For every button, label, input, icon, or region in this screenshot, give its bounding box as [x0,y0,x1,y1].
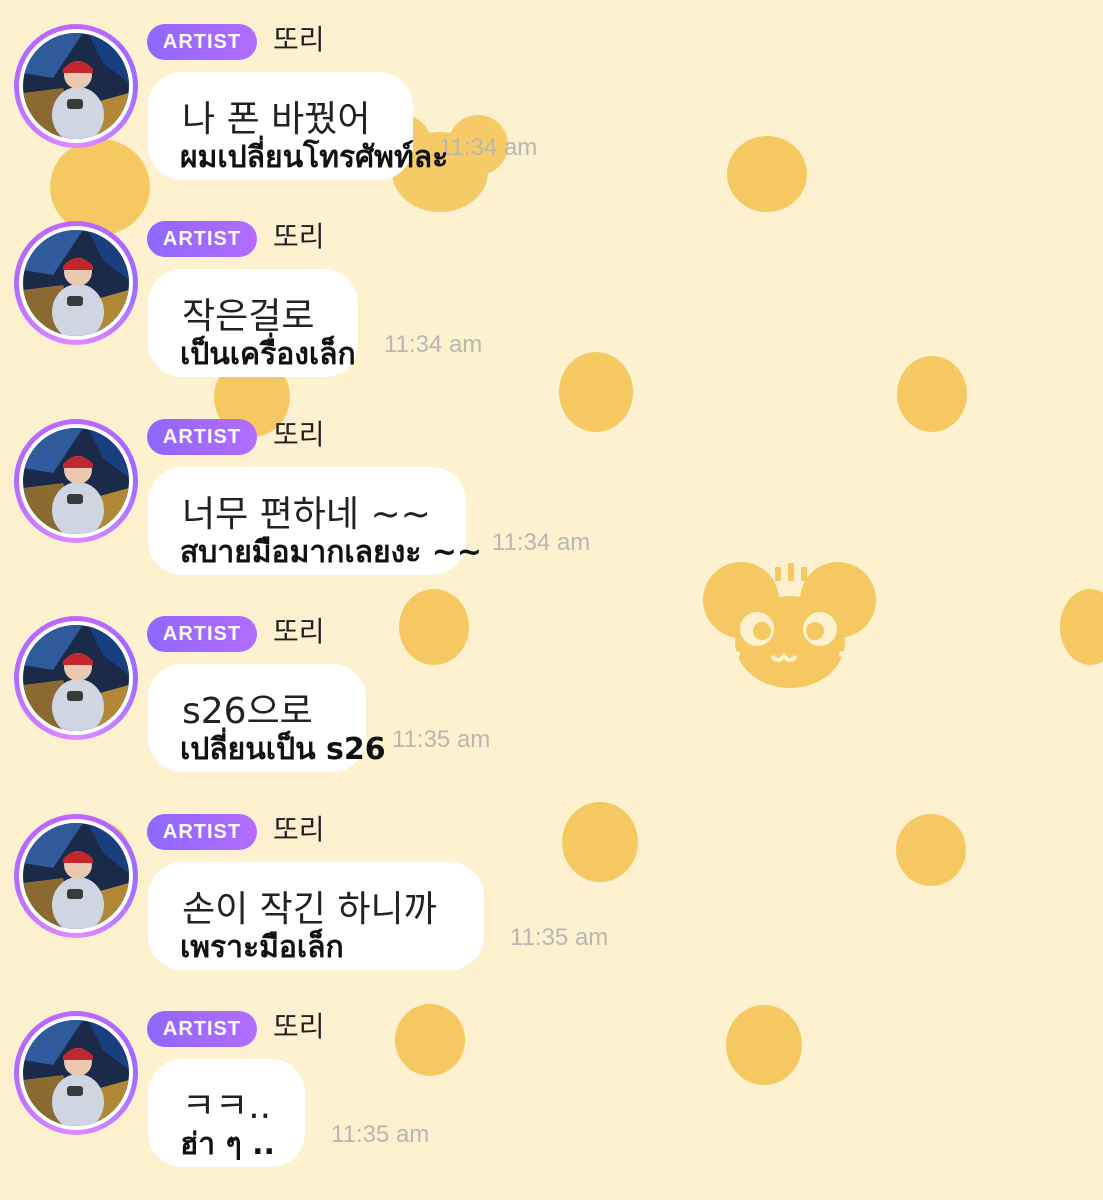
avatar[interactable] [14,419,138,543]
username[interactable]: 또리 [273,810,325,850]
message-translation-thai: เป็นเครื่องเล็ก [180,337,356,372]
message-text-korean: ㅋㅋ.. [182,1086,272,1127]
artist-badge: ARTIST [147,24,257,60]
chat-message: ARTIST 또리 너무 편하네 ~~ สบายมือมากเลยงะ ~~ 1… [0,395,1103,592]
message-text-korean: s26으로 [182,691,313,732]
chat-message: ARTIST 또리 ㅋㅋ.. ฮ่า ๆ .. 11:35 am [0,987,1103,1184]
username[interactable]: 또리 [273,217,325,257]
avatar[interactable] [14,814,138,938]
message-timestamp: 11:34 am [492,529,591,556]
message-translation-thai: เพราะมือเล็ก [180,930,344,965]
avatar[interactable] [14,616,138,740]
message-text-korean: 손이 작긴 하니까 [182,889,437,930]
username[interactable]: 또리 [273,20,325,60]
message-timestamp: 11:34 am [384,331,483,358]
message-text-korean: 작은걸로 [182,296,315,337]
avatar-photo [23,33,129,139]
message-translation-thai: ผมเปลี่ยนโทรศัพท์ละ [180,140,449,175]
chat-message: ARTIST 또리 작은걸로 เป็นเครื่องเล็ก 11:34 am [0,197,1103,394]
message-timestamp: 11:35 am [392,726,491,753]
message-translation-thai: เปลี่ยนเป็น s26 [180,732,386,767]
artist-badge: ARTIST [147,419,257,455]
message-timestamp: 11:34 am [439,134,538,161]
artist-badge: ARTIST [147,616,257,652]
artist-badge: ARTIST [147,1011,257,1047]
message-timestamp: 11:35 am [331,1121,430,1148]
message-timestamp: 11:35 am [510,924,609,951]
message-text-korean: 너무 편하네 ~~ [182,494,431,535]
username[interactable]: 또리 [273,612,325,652]
username[interactable]: 또리 [273,1007,325,1047]
message-text-korean: 나 폰 바꿨어 [182,99,371,140]
avatar-photo [23,625,129,731]
artist-badge: ARTIST [147,814,257,850]
artist-badge: ARTIST [147,221,257,257]
message-translation-thai: สบายมือมากเลยงะ ~~ [180,535,483,570]
message-translation-thai: ฮ่า ๆ .. [180,1127,275,1162]
chat-message: ARTIST 또리 손이 작긴 하니까 เพราะมือเล็ก 11:35 a… [0,790,1103,987]
avatar-photo [23,428,129,534]
avatar-photo [23,230,129,336]
chat-message: ARTIST 또리 s26으로 เปลี่ยนเป็น s26 11:35 am [0,592,1103,789]
username[interactable]: 또리 [273,415,325,455]
avatar[interactable] [14,1011,138,1135]
chat-message: ARTIST 또리 나 폰 바꿨어 ผมเปลี่ยนโทรศัพท์ละ 11… [0,0,1103,197]
avatar[interactable] [14,221,138,345]
avatar-photo [23,823,129,929]
avatar-photo [23,1020,129,1126]
avatar[interactable] [14,24,138,148]
